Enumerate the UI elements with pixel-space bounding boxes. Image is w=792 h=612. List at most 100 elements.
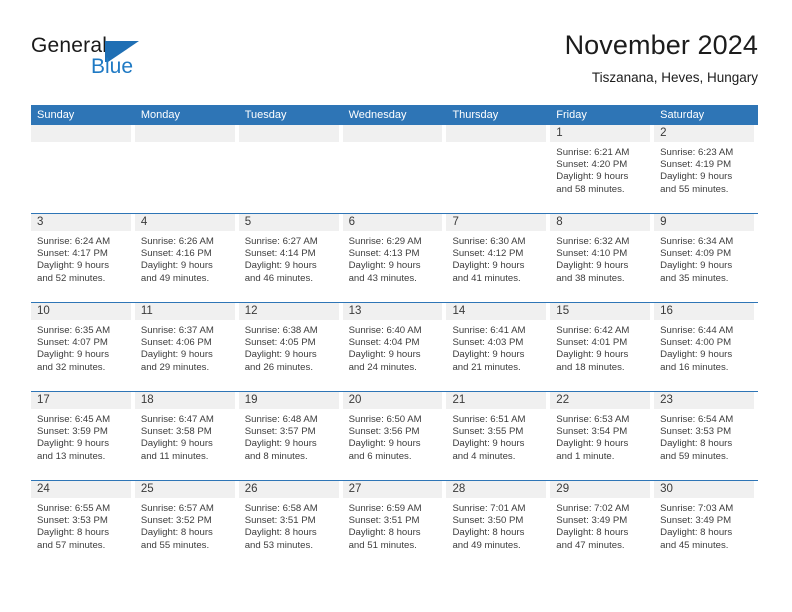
day-daylight1-text: Daylight: 9 hours <box>140 260 213 272</box>
day-sunrise-text: Sunrise: 6:48 AM <box>244 414 318 425</box>
day-sun-info: Sunrise: 6:29 AM Sunset: 4:13 PM Daylight:… <box>343 231 447 285</box>
calendar-day-cell[interactable]: 8 Sunrise: 6:32 AM Sunset: 4:10 PM Daylight… <box>550 214 654 302</box>
title-block: November 2024 Tiszanana, Heves, Hungary <box>278 28 758 88</box>
day-number: 11 <box>134 303 235 320</box>
day-sun-info: Sunrise: 6:24 AM Sunset: 4:17 PM Daylight:… <box>31 231 135 285</box>
day-daylight1-text: Daylight: 9 hours <box>244 438 317 450</box>
day-sunrise-text: Sunrise: 6:45 AM <box>37 414 111 425</box>
day-daylight1-text: Daylight: 9 hours <box>37 438 109 450</box>
day-sunset-text: Sunset: 4:14 PM <box>244 248 316 260</box>
day-sunset-text: Sunset: 4:17 PM <box>37 248 108 260</box>
calendar-day-cell-empty <box>342 125 447 213</box>
calendar-week-row: 17 Sunrise: 6:45 AM Sunset: 3:59 PM Dayligh… <box>31 391 758 480</box>
day-sunset-text: Sunset: 4:00 PM <box>660 337 732 349</box>
day-sun-info: Sunrise: 6:35 AM Sunset: 4:07 PM Daylight:… <box>31 320 135 374</box>
calendar-day-cell[interactable]: 18 Sunrise: 6:47 AM Sunset: 3:58 PM Dayligh… <box>134 392 239 480</box>
day-number <box>31 125 131 142</box>
day-sunset-text: Sunset: 3:58 PM <box>140 426 212 438</box>
calendar-day-cell[interactable]: 9 Sunrise: 6:34 AM Sunset: 4:09 PM Daylight… <box>654 214 758 302</box>
day-sunrise-text: Sunrise: 6:26 AM <box>140 236 214 247</box>
day-daylight2-text: and 4 minutes. <box>452 450 516 462</box>
calendar-day-cell[interactable]: 17 Sunrise: 6:45 AM Sunset: 3:59 PM Dayligh… <box>31 392 135 480</box>
calendar-day-cell[interactable]: 10 Sunrise: 6:35 AM Sunset: 4:07 PM Dayligh… <box>31 303 135 391</box>
day-number: 28 <box>446 481 547 498</box>
calendar-day-cell[interactable]: 13 Sunrise: 6:40 AM Sunset: 4:04 PM Dayligh… <box>342 303 447 391</box>
calendar-day-cell[interactable]: 1 Sunrise: 6:21 AM Sunset: 4:20 PM Daylight… <box>550 125 654 213</box>
day-daylight1-text: Daylight: 9 hours <box>660 260 733 272</box>
day-daylight1-text: Daylight: 9 hours <box>140 438 213 450</box>
day-number: 24 <box>31 481 131 498</box>
calendar-day-cell[interactable]: 26 Sunrise: 6:58 AM Sunset: 3:51 PM Dayligh… <box>238 481 343 569</box>
calendar-day-cell[interactable]: 23 Sunrise: 6:54 AM Sunset: 3:53 PM Dayligh… <box>654 392 758 480</box>
day-number: 29 <box>550 481 651 498</box>
day-sunrise-text: Sunrise: 6:34 AM <box>660 236 734 247</box>
calendar-day-cell[interactable]: 6 Sunrise: 6:29 AM Sunset: 4:13 PM Daylight… <box>342 214 447 302</box>
weekday-header-monday: Monday <box>140 109 180 121</box>
day-daylight1-text: Daylight: 9 hours <box>348 260 421 272</box>
calendar-day-cell[interactable]: 11 Sunrise: 6:37 AM Sunset: 4:06 PM Dayligh… <box>134 303 239 391</box>
calendar-day-cell[interactable]: 4 Sunrise: 6:26 AM Sunset: 4:16 PM Daylight… <box>134 214 239 302</box>
weekday-header-saturday: Saturday <box>660 109 705 121</box>
day-daylight1-text: Daylight: 9 hours <box>556 171 629 183</box>
day-daylight2-text: and 1 minute. <box>556 450 615 462</box>
calendar-weeks: 1 Sunrise: 6:21 AM Sunset: 4:20 PM Daylight… <box>31 125 758 569</box>
day-sunrise-text: Sunrise: 6:54 AM <box>660 414 734 425</box>
day-daylight2-text: and 29 minutes. <box>140 361 210 373</box>
day-sun-info: Sunrise: 6:55 AM Sunset: 3:53 PM Daylight:… <box>31 498 135 552</box>
day-sunset-text: Sunset: 3:59 PM <box>37 426 108 438</box>
calendar-day-cell[interactable]: 28 Sunrise: 7:01 AM Sunset: 3:50 PM Dayligh… <box>446 481 550 569</box>
day-sun-info: Sunrise: 6:50 AM Sunset: 3:56 PM Daylight:… <box>343 409 447 463</box>
calendar-day-cell[interactable]: 3 Sunrise: 6:24 AM Sunset: 4:17 PM Daylight… <box>31 214 135 302</box>
day-sunrise-text: Sunrise: 6:32 AM <box>556 236 630 247</box>
day-daylight1-text: Daylight: 9 hours <box>37 260 109 272</box>
day-number: 26 <box>238 481 339 498</box>
calendar-day-cell[interactable]: 27 Sunrise: 6:59 AM Sunset: 3:51 PM Dayligh… <box>342 481 447 569</box>
day-number: 18 <box>134 392 235 409</box>
calendar-day-cell[interactable]: 24 Sunrise: 6:55 AM Sunset: 3:53 PM Dayligh… <box>31 481 135 569</box>
calendar-day-cell[interactable]: 29 Sunrise: 7:02 AM Sunset: 3:49 PM Dayligh… <box>550 481 654 569</box>
day-sunrise-text: Sunrise: 6:27 AM <box>244 236 318 247</box>
calendar-day-cell[interactable]: 21 Sunrise: 6:51 AM Sunset: 3:55 PM Dayligh… <box>446 392 550 480</box>
day-sunrise-text: Sunrise: 6:50 AM <box>348 414 422 425</box>
day-number: 30 <box>654 481 755 498</box>
calendar-day-cell[interactable]: 25 Sunrise: 6:57 AM Sunset: 3:52 PM Dayligh… <box>134 481 239 569</box>
calendar-day-cell[interactable]: 19 Sunrise: 6:48 AM Sunset: 3:57 PM Dayligh… <box>238 392 343 480</box>
calendar-day-cell[interactable]: 16 Sunrise: 6:44 AM Sunset: 4:00 PM Dayligh… <box>654 303 758 391</box>
day-sunset-text: Sunset: 3:51 PM <box>348 515 420 527</box>
calendar-week-row: 3 Sunrise: 6:24 AM Sunset: 4:17 PM Daylight… <box>31 213 758 302</box>
calendar-day-cell[interactable]: 22 Sunrise: 6:53 AM Sunset: 3:54 PM Dayligh… <box>550 392 654 480</box>
calendar-day-cell[interactable]: 30 Sunrise: 7:03 AM Sunset: 3:49 PM Dayligh… <box>654 481 758 569</box>
day-number: 25 <box>134 481 235 498</box>
day-sun-info: Sunrise: 6:42 AM Sunset: 4:01 PM Daylight:… <box>550 320 654 374</box>
day-number: 4 <box>134 214 235 231</box>
day-sunset-text: Sunset: 3:52 PM <box>140 515 212 527</box>
day-daylight2-text: and 43 minutes. <box>348 272 417 284</box>
day-daylight1-text: Daylight: 9 hours <box>556 260 629 272</box>
day-sunrise-text: Sunrise: 6:21 AM <box>556 147 630 158</box>
day-sun-info: Sunrise: 7:02 AM Sunset: 3:49 PM Daylight:… <box>550 498 654 552</box>
calendar-day-cell[interactable]: 5 Sunrise: 6:27 AM Sunset: 4:14 PM Daylight… <box>238 214 343 302</box>
day-sunset-text: Sunset: 4:10 PM <box>556 248 628 260</box>
day-daylight2-text: and 26 minutes. <box>244 361 313 373</box>
day-sun-info: Sunrise: 6:57 AM Sunset: 3:52 PM Daylight:… <box>135 498 239 552</box>
day-sunrise-text: Sunrise: 6:55 AM <box>37 503 111 514</box>
day-sunset-text: Sunset: 4:03 PM <box>452 337 524 349</box>
calendar-day-cell[interactable]: 2 Sunrise: 6:23 AM Sunset: 4:19 PM Daylight… <box>654 125 758 213</box>
day-sun-info: Sunrise: 6:38 AM Sunset: 4:05 PM Daylight:… <box>239 320 343 374</box>
day-daylight2-text: and 13 minutes. <box>37 450 106 462</box>
day-sunset-text: Sunset: 3:54 PM <box>556 426 628 438</box>
calendar-day-cell[interactable]: 14 Sunrise: 6:41 AM Sunset: 4:03 PM Dayligh… <box>446 303 550 391</box>
day-sunrise-text: Sunrise: 6:51 AM <box>452 414 526 425</box>
day-number: 16 <box>654 303 755 320</box>
calendar-day-cell[interactable]: 20 Sunrise: 6:50 AM Sunset: 3:56 PM Dayligh… <box>342 392 447 480</box>
day-sunset-text: Sunset: 4:09 PM <box>660 248 732 260</box>
day-sun-info: Sunrise: 6:58 AM Sunset: 3:51 PM Daylight:… <box>239 498 343 552</box>
day-sun-info: Sunrise: 6:40 AM Sunset: 4:04 PM Daylight:… <box>343 320 447 374</box>
day-sunset-text: Sunset: 4:06 PM <box>140 337 212 349</box>
calendar-day-cell[interactable]: 7 Sunrise: 6:30 AM Sunset: 4:12 PM Daylight… <box>446 214 550 302</box>
day-daylight2-text: and 49 minutes. <box>452 539 521 551</box>
day-sunset-text: Sunset: 4:20 PM <box>556 159 628 171</box>
calendar-day-cell[interactable]: 15 Sunrise: 6:42 AM Sunset: 4:01 PM Dayligh… <box>550 303 654 391</box>
calendar-day-cell[interactable]: 12 Sunrise: 6:38 AM Sunset: 4:05 PM Dayligh… <box>238 303 343 391</box>
calendar-grid: Sunday Monday Tuesday Wednesday Thursday Frid… <box>31 105 758 569</box>
